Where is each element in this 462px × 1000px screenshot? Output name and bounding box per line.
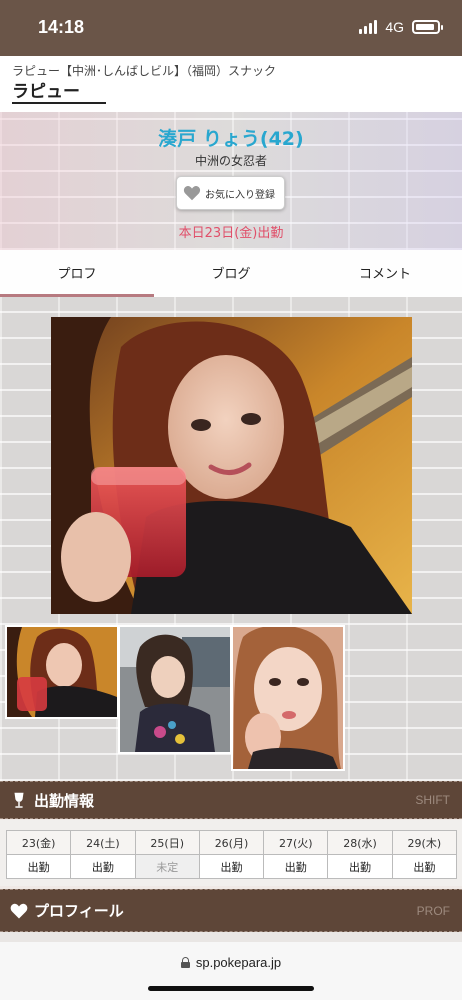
shift-section-en: SHIFT — [415, 793, 450, 807]
shift-table: 23(金) 24(土) 25(日) 26(月) 27(火) 28(水) 29(木) 出勤 出勤… — [5, 830, 458, 879]
shop-breadcrumb[interactable]: ラピュー【中洲･しんばしビル】（福岡）スナック — [12, 62, 276, 79]
status-icons: 4G — [359, 19, 443, 35]
tab-profile[interactable]: プロフ — [0, 250, 154, 297]
shift-day-cell: 29(木) — [391, 830, 458, 855]
profile-tabs: プロフ ブログ コメント — [0, 250, 462, 297]
photo-gallery — [0, 297, 462, 781]
cast-photo-main[interactable] — [51, 317, 412, 614]
favorite-button[interactable]: お気に入り登録 — [176, 176, 285, 210]
shift-day-cell: 23(金) — [5, 830, 72, 855]
lock-icon — [180, 957, 190, 968]
shift-status-cell: 出勤 — [263, 854, 329, 879]
shift-status-cell: 出勤 — [327, 854, 393, 879]
shift-status-cell: 未定 — [134, 854, 200, 879]
signal-icon — [359, 20, 378, 34]
shift-status-cell: 出勤 — [5, 854, 72, 879]
shift-status-cell: 出勤 — [391, 854, 458, 879]
shift-day-cell: 28(水) — [327, 830, 393, 855]
profile-section-title: プロフィール — [34, 902, 124, 920]
cast-photo-thumb-3[interactable] — [233, 627, 343, 769]
shift-day-cell: 27(火) — [263, 830, 329, 855]
heart-icon — [10, 903, 28, 918]
shift-days-row: 23(金) 24(土) 25(日) 26(月) 27(火) 28(水) 29(木) — [5, 830, 458, 855]
today-shift-status: 本日23日(金)出勤 — [178, 226, 284, 241]
url-display[interactable]: sp.pokepara.jp — [0, 955, 462, 970]
cast-profile-header: 湊戸 りょう(42) 中洲の女忍者 お気に入り登録 本日23日(金)出勤 — [0, 112, 462, 250]
shift-status-cell: 出勤 — [70, 854, 136, 879]
status-time: 14:18 — [38, 17, 85, 37]
shift-day-cell: 25(日) — [134, 830, 200, 855]
shop-name-link[interactable]: ラピュー — [12, 82, 106, 104]
shift-section-header: 出勤情報 SHIFT — [0, 781, 462, 819]
shift-day-cell: 26(月) — [198, 830, 265, 855]
cast-catchphrase: 中洲の女忍者 — [194, 154, 267, 168]
tab-blog[interactable]: ブログ — [154, 250, 308, 297]
profile-section-en: PROF — [416, 903, 450, 918]
cast-photo-thumb-2[interactable] — [120, 627, 230, 752]
shift-status-row: 出勤 出勤 未定 出勤 出勤 出勤 出勤 — [5, 854, 458, 879]
cast-name: 湊戸 りょう(42) — [158, 128, 304, 150]
shift-schedule: 23(金) 24(土) 25(日) 26(月) 27(火) 28(水) 29(木) 出勤 出勤… — [0, 820, 462, 886]
profile-section-header: プロフィール PROF — [0, 889, 462, 932]
cast-photo-thumb-1[interactable] — [7, 627, 117, 717]
section-divider — [0, 932, 462, 942]
url-text: sp.pokepara.jp — [195, 955, 282, 970]
favorite-button-label: お気に入り登録 — [205, 189, 275, 201]
battery-icon — [412, 20, 443, 34]
shift-section-title: 出勤情報 — [34, 791, 95, 810]
home-indicator[interactable] — [148, 986, 314, 991]
network-type: 4G — [385, 19, 404, 35]
shift-day-cell: 24(土) — [70, 830, 136, 855]
shift-status-cell: 出勤 — [198, 854, 265, 879]
battery-level — [416, 24, 434, 30]
shop-header: ラピュー【中洲･しんばしビル】（福岡）スナック ラピュー — [0, 56, 462, 112]
tab-comment[interactable]: コメント — [308, 250, 462, 297]
status-bar: 14:18 4G — [0, 0, 462, 56]
wine-glass-icon — [14, 792, 24, 808]
heart-icon — [183, 186, 201, 201]
browser-url-bar: sp.pokepara.jp — [0, 942, 462, 1000]
